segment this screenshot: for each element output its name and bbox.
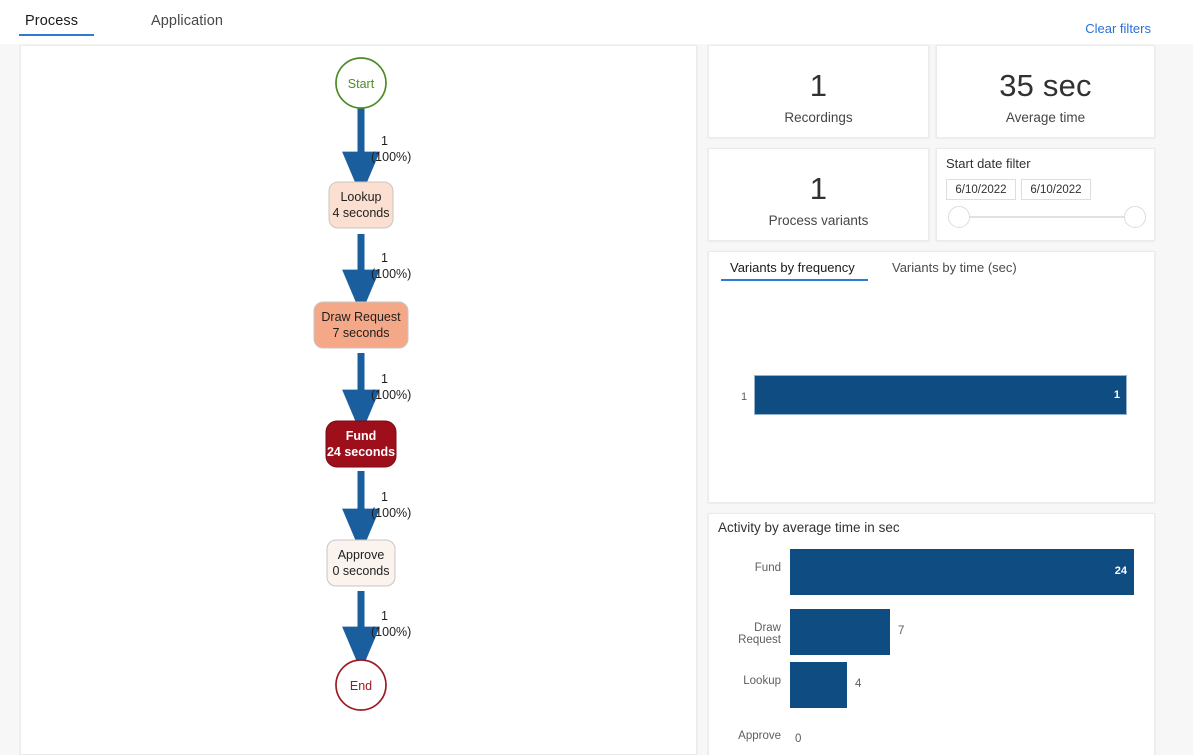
activity-chart-label-approve: Approve (738, 730, 781, 742)
process-node-fund-label: Fund (346, 429, 377, 443)
activity-chart-label-lookup: Lookup (743, 675, 781, 687)
edge-count-4: 1 (381, 490, 388, 504)
activity-chart-value-lookup: 4 (855, 678, 862, 690)
process-node-fund[interactable]: Fund 24 seconds (325, 420, 397, 468)
activity-chart-bar-fund[interactable]: 24 (790, 549, 1134, 595)
process-node-end[interactable]: End (335, 659, 387, 711)
process-node-draw-request-label: Draw Request (321, 310, 401, 324)
activity-chart-row-fund: Fund 24 (709, 549, 1156, 595)
tab-application[interactable]: Application (151, 13, 223, 29)
process-node-approve-sublabel: 0 seconds (333, 564, 390, 578)
top-tab-bar: Process Application Clear filters (0, 0, 1193, 44)
process-node-start-label: Start (348, 77, 375, 91)
edge-draw-request-fund: 1 (100%) (342, 353, 411, 435)
start-date-from-input[interactable] (946, 179, 1016, 200)
edge-percent-4: (100%) (371, 506, 411, 520)
process-node-lookup-sublabel: 4 seconds (333, 206, 390, 220)
activity-chart-title: Activity by average time in sec (718, 520, 900, 535)
variants-chart-bar-value: 1 (1113, 389, 1120, 401)
edge-start-lookup: 1 (100%) (342, 104, 411, 197)
date-range-slider-handle-right[interactable] (1124, 206, 1146, 228)
process-map-graph[interactable]: 1 (100%) 1 (100%) 1 (100%) 1 (100%) 1 (1… (21, 46, 698, 755)
tab-variants-by-frequency[interactable]: Variants by frequency (721, 260, 868, 281)
tab-variants-by-frequency-label: Variants by frequency (730, 260, 855, 275)
tab-active-underline (19, 33, 95, 36)
start-date-filter-title: Start date filter (946, 156, 1031, 171)
date-range-slider-handle-left[interactable] (948, 206, 970, 228)
edge-percent-5: (100%) (371, 625, 411, 639)
variants-chart-card: Variants by frequency Variants by time (… (708, 251, 1155, 614)
edge-percent-1: (100%) (371, 150, 411, 164)
activity-chart-value-draw-request: 7 (898, 625, 905, 637)
tab-process[interactable]: Process (19, 13, 95, 36)
tab-process-label: Process (25, 13, 79, 29)
process-node-end-label: End (350, 679, 372, 693)
activity-chart-label-fund: Fund (754, 562, 781, 574)
process-node-approve[interactable]: Approve 0 seconds (326, 539, 396, 587)
activity-chart-bar-lookup[interactable] (790, 662, 847, 708)
activity-chart-label-draw-request: Draw Request (738, 622, 781, 646)
process-node-fund-sublabel: 24 seconds (327, 445, 395, 459)
activity-chart-value-fund: 24 (1114, 565, 1127, 577)
variants-chart-bar[interactable]: 1 (754, 375, 1127, 415)
start-date-to-input[interactable] (1021, 179, 1091, 200)
kpi-card-recordings: 1 Recordings (708, 45, 929, 138)
activity-chart-bar-draw-request[interactable] (790, 609, 890, 655)
activity-chart-row-lookup: Lookup 4 (709, 662, 1156, 708)
activity-chart-card: Activity by average time in sec Fund 24 … (708, 513, 1155, 755)
edge-percent-3: (100%) (371, 388, 411, 402)
edge-approve-end: 1 (100%) (342, 591, 411, 672)
kpi-recordings-value: 1 (809, 68, 828, 103)
tab-variants-by-time[interactable]: Variants by time (sec) (892, 260, 1017, 275)
process-node-draw-request[interactable]: Draw Request 7 seconds (313, 301, 409, 349)
activity-chart-row-approve: Approve 0 (709, 717, 1156, 755)
variants-chart-y-tick: 1 (741, 391, 748, 403)
edge-fund-approve: 1 (100%) (342, 471, 411, 554)
tab-variants-by-time-label: Variants by time (sec) (892, 260, 1017, 275)
kpi-process-variants-value: 1 (809, 171, 828, 206)
start-date-filter-card: Start date filter (936, 148, 1155, 241)
process-node-lookup[interactable]: Lookup 4 seconds (328, 181, 394, 229)
edge-percent-2: (100%) (371, 267, 411, 281)
date-range-slider-track[interactable] (959, 216, 1135, 218)
edge-count-5: 1 (381, 609, 388, 623)
clear-filters-link[interactable]: Clear filters (1085, 21, 1151, 36)
edge-count-1: 1 (381, 134, 388, 148)
process-node-start[interactable]: Start (335, 57, 387, 109)
tab-application-label: Application (151, 13, 224, 29)
activity-chart-row-draw-request: Draw Request 7 (709, 609, 1156, 655)
kpi-recordings-label: Recordings (784, 110, 853, 125)
edge-count-2: 1 (381, 251, 388, 265)
kpi-card-average-time: 35 sec Average time (936, 45, 1155, 138)
kpi-average-time-value: 35 sec (999, 68, 1092, 103)
process-node-draw-request-sublabel: 7 seconds (333, 326, 390, 340)
process-node-approve-label: Approve (338, 548, 385, 562)
kpi-card-process-variants: 1 Process variants (708, 148, 929, 241)
activity-chart-value-approve: 0 (795, 733, 802, 745)
process-map-panel: 1 (100%) 1 (100%) 1 (100%) 1 (100%) 1 (1… (20, 45, 697, 755)
variants-tab-active-underline (721, 279, 868, 281)
edge-lookup-draw-request: 1 (100%) (342, 234, 411, 315)
kpi-process-variants-label: Process variants (768, 213, 869, 228)
app-root: Process Application Clear filters 1 (100… (0, 0, 1193, 755)
process-node-lookup-label: Lookup (340, 190, 381, 204)
edge-count-3: 1 (381, 372, 388, 386)
kpi-average-time-label: Average time (1005, 110, 1086, 125)
